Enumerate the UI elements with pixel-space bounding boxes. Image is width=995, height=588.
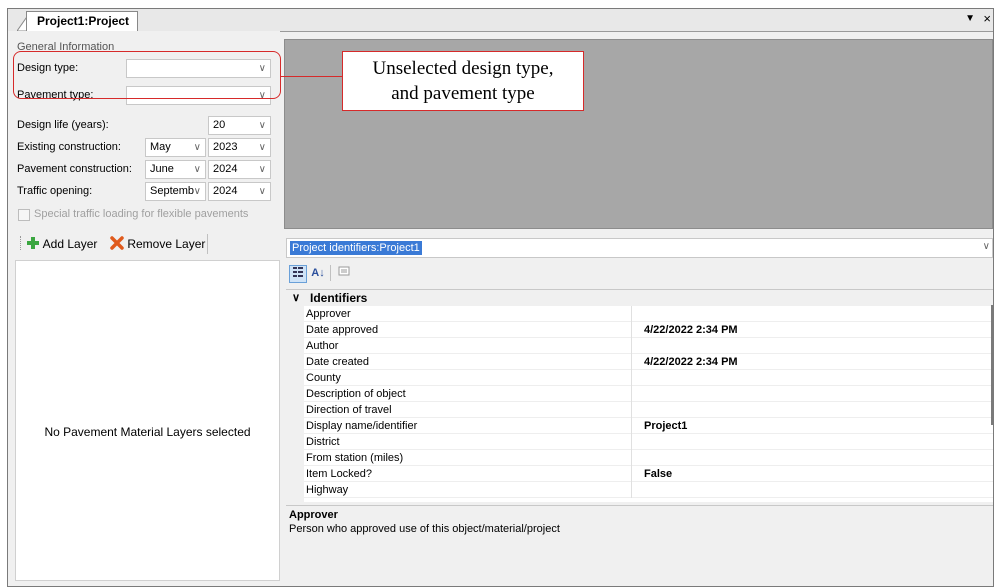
pavement-year-value: 2024: [213, 163, 238, 175]
help-title: Approver: [289, 509, 338, 521]
chevron-down-icon: ∨: [258, 186, 266, 197]
toolbar-grip: [20, 236, 23, 250]
property-name: Direction of travel: [306, 402, 632, 418]
property-name: From station (miles): [306, 450, 632, 466]
existing-month-dropdown[interactable]: May ∨: [145, 138, 206, 157]
object-selector-value: Project identifiers:Project1: [290, 241, 422, 255]
traffic-opening-label: Traffic opening:: [17, 185, 93, 197]
traffic-month-value: Septemb: [150, 185, 195, 197]
callout-line-2: and pavement type: [391, 83, 535, 104]
property-row[interactable]: County: [304, 370, 993, 386]
property-help-pane: Approver Person who approved use of this…: [286, 505, 993, 582]
chevron-down-icon: ∨: [193, 186, 201, 197]
chevron-down-icon: ∨: [982, 241, 990, 252]
object-selector[interactable]: Project identifiers:Project1 ∨: [286, 238, 993, 258]
special-traffic-checkbox[interactable]: [18, 209, 30, 221]
traffic-year-dropdown[interactable]: 2024 ∨: [208, 182, 271, 201]
traffic-month-dropdown[interactable]: Septemb ∨: [145, 182, 206, 201]
remove-layer-label: Remove Layer: [127, 237, 206, 251]
design-life-label: Design life (years):: [17, 119, 109, 131]
callout-line-1: Unselected design type,: [372, 58, 554, 79]
property-value: 4/22/2022 2:34 PM: [644, 356, 738, 368]
property-row[interactable]: Display name/identifier Project1: [304, 418, 993, 434]
property-value: False: [644, 468, 673, 480]
property-name: Display name/identifier: [306, 418, 632, 434]
property-row[interactable]: Direction of travel: [304, 402, 993, 418]
chevron-down-icon: ∨: [193, 164, 201, 175]
no-layers-message: No Pavement Material Layers selected: [44, 425, 251, 439]
property-row[interactable]: Highway: [304, 482, 993, 498]
category-identifiers[interactable]: ∨ Identifiers: [286, 290, 993, 306]
property-row[interactable]: Date created 4/22/2022 2:34 PM: [304, 354, 993, 370]
callout-connector: [280, 76, 342, 77]
remove-layer-icon: [110, 236, 124, 250]
traffic-year-value: 2024: [213, 185, 238, 197]
property-row[interactable]: Date approved 4/22/2022 2:34 PM: [304, 322, 993, 338]
property-name: Date approved: [306, 322, 632, 338]
project-window: Project1:Project ▼ × General Information…: [7, 8, 994, 587]
pavement-month-value: June: [150, 163, 174, 175]
chevron-down-icon: ∨: [193, 142, 201, 153]
design-life-dropdown[interactable]: 20 ∨: [208, 116, 271, 135]
property-row[interactable]: From station (miles): [304, 450, 993, 466]
add-layer-icon: [27, 237, 39, 249]
layer-toolbar: Add Layer Remove Layer: [8, 231, 282, 257]
property-name: Date created: [306, 354, 632, 370]
existing-year-value: 2023: [213, 141, 238, 153]
property-name: Highway: [306, 482, 632, 498]
property-row[interactable]: Approver: [304, 306, 993, 322]
property-name: Description of object: [306, 386, 632, 402]
chevron-down-icon: ∨: [258, 120, 266, 131]
category-label: Identifiers: [310, 291, 368, 305]
chevron-down-icon: ∨: [258, 164, 266, 175]
document-tabstrip: Project1:Project ▼ ×: [8, 9, 993, 32]
special-traffic-label: Special traffic loading for flexible pav…: [34, 208, 249, 220]
add-layer-button[interactable]: Add Layer: [26, 236, 97, 251]
property-row[interactable]: Item Locked? False: [304, 466, 993, 482]
categorized-glyph: [293, 267, 303, 277]
property-row[interactable]: Author: [304, 338, 993, 354]
layer-list-panel[interactable]: No Pavement Material Layers selected: [15, 260, 280, 581]
property-pages-icon[interactable]: [336, 265, 352, 281]
close-icon[interactable]: ×: [983, 11, 991, 26]
property-name: District: [306, 434, 632, 450]
property-name: Item Locked?: [306, 466, 632, 482]
pavement-year-dropdown[interactable]: 2024 ∨: [208, 160, 271, 179]
help-description: Person who approved use of this object/m…: [289, 523, 560, 535]
add-layer-label: Add Layer: [42, 237, 98, 251]
property-grid-toolbar: A↓: [286, 262, 406, 284]
property-row[interactable]: Description of object: [304, 386, 993, 402]
existing-year-dropdown[interactable]: 2023 ∨: [208, 138, 271, 157]
property-grid: ∨ Identifiers Approver Date approved 4/22…: [286, 289, 993, 502]
toolbar-separator: [207, 234, 208, 254]
property-pages-glyph: [338, 266, 350, 276]
tab-menu-icon[interactable]: ▼: [965, 13, 975, 24]
property-name: Author: [306, 338, 632, 354]
chevron-down-icon: ∨: [258, 142, 266, 153]
callout-note: Unselected design type, and pavement typ…: [342, 51, 584, 111]
design-life-value: 20: [213, 119, 226, 131]
toolbar-separator: [330, 265, 331, 281]
pavement-construction-label: Pavement construction:: [17, 163, 132, 175]
chevron-down-icon[interactable]: ∨: [292, 290, 300, 306]
property-name: Approver: [306, 306, 632, 322]
property-value: Project1: [644, 420, 688, 432]
callout-highlight-box: [13, 51, 281, 99]
property-row[interactable]: District: [304, 434, 993, 450]
remove-layer-button[interactable]: Remove Layer: [110, 236, 205, 251]
property-name: County: [306, 370, 632, 386]
existing-construction-label: Existing construction:: [17, 141, 121, 153]
categorized-icon[interactable]: [289, 265, 307, 283]
pavement-month-dropdown[interactable]: June ∨: [145, 160, 206, 179]
property-value: 4/22/2022 2:34 PM: [644, 324, 738, 336]
property-grid-scrollbar[interactable]: [991, 305, 993, 425]
existing-month-value: May: [150, 141, 171, 153]
grid-margin: [286, 306, 304, 502]
sort-alpha-icon[interactable]: A↓: [310, 265, 326, 281]
tab-project1[interactable]: Project1:Project: [26, 11, 138, 31]
